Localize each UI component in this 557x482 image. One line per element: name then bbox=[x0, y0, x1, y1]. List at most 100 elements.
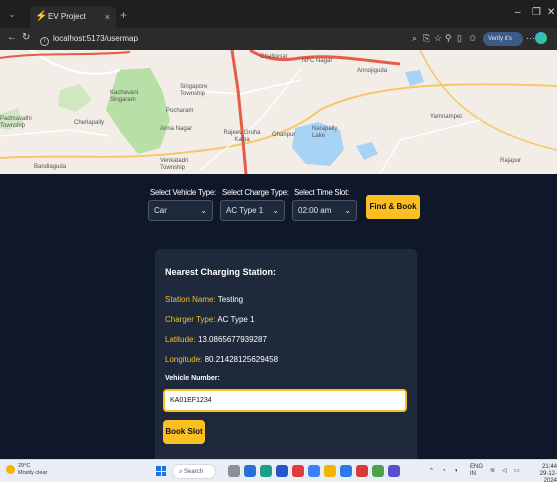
clock-time: 21:44 bbox=[541, 464, 557, 470]
map-label: Pocharam bbox=[166, 108, 194, 114]
close-window-button[interactable]: ✕ bbox=[547, 7, 555, 18]
weather-widget[interactable]: 29°C Mostly clear bbox=[6, 463, 47, 477]
card-title: Nearest Charging Station: bbox=[165, 267, 277, 277]
chevron-down-icon: ⌄ bbox=[272, 206, 279, 215]
map-label: Ghanpur bbox=[272, 132, 296, 138]
charge-type-group: Select Charge Type: bbox=[222, 188, 289, 198]
tab-title: EV Project bbox=[48, 12, 86, 21]
station-name-value: Testing bbox=[217, 295, 244, 304]
weather-sun-icon bbox=[6, 465, 15, 474]
time-slot-label: Select Time Slot: bbox=[294, 188, 349, 197]
os-taskbar: 29°C Mostly clear ⌕ Search ^ ◔ ◑ ENG IN … bbox=[0, 459, 557, 482]
more-menu-icon[interactable]: ⋯ bbox=[526, 33, 535, 44]
taskbar-search[interactable]: ⌕ Search bbox=[172, 464, 216, 479]
map-label: Rajeev Gruha Kalpa bbox=[223, 130, 261, 143]
map-canvas bbox=[0, 50, 557, 174]
map-label: Singapore Township bbox=[180, 84, 208, 97]
charge-type-value: AC Type 1 bbox=[226, 206, 264, 215]
language-indicator[interactable]: ENG IN bbox=[470, 464, 483, 478]
back-icon[interactable]: ← bbox=[7, 32, 17, 44]
browser-tab-bar: ⌄ ⚡ EV Project × + – ❐ ✕ bbox=[0, 0, 557, 28]
vehicle-type-group: Select Vehicle Type: bbox=[150, 188, 216, 198]
windows-start-icon[interactable] bbox=[156, 466, 166, 476]
time-slot-select[interactable]: 02:00 am ⌄ bbox=[292, 200, 357, 221]
longitude-value: 80.21428125629458 bbox=[204, 355, 279, 364]
station-name-key: Station Name: bbox=[165, 295, 216, 304]
nearest-station-card: Nearest Charging Station: Station Name: … bbox=[155, 249, 417, 465]
browser-address-bar: ← ↻ i localhost:5173/usermap ⌕ ⎘ ☆ ⚲ ▯ ✩ … bbox=[0, 28, 557, 56]
volume-icon[interactable]: ◁ bbox=[502, 468, 507, 475]
charger-type-value: AC Type 1 bbox=[217, 315, 255, 324]
tab-favicon-icon: ⚡ bbox=[35, 11, 48, 22]
charge-type-label: Select Charge Type: bbox=[222, 188, 289, 197]
edge-browser-icon[interactable] bbox=[260, 465, 272, 477]
time-slot-group: Select Time Slot: bbox=[294, 188, 349, 198]
minimize-button[interactable]: – bbox=[515, 7, 521, 18]
region-code: IN bbox=[470, 471, 476, 477]
chevron-down-icon: ⌄ bbox=[344, 206, 351, 215]
bookmark-star-icon[interactable]: ☆ bbox=[434, 33, 442, 44]
longitude-key: Longitude: bbox=[165, 355, 203, 364]
copilot-icon[interactable] bbox=[535, 32, 547, 44]
map-label: Annojiguda bbox=[357, 68, 388, 74]
latitude-row: Latitude: 13.0865677939287 bbox=[165, 335, 267, 344]
language-code: ENG bbox=[470, 464, 484, 470]
clock[interactable]: 21:44 29-12-2024 bbox=[528, 464, 557, 482]
tray-app-icon[interactable]: ◑ bbox=[454, 468, 458, 475]
map-label: Narapally Lake bbox=[312, 126, 338, 139]
weather-temp: 29°C bbox=[18, 463, 31, 469]
app-icon[interactable] bbox=[356, 465, 368, 477]
url-field[interactable]: i localhost:5173/usermap bbox=[40, 31, 138, 47]
folder-icon[interactable] bbox=[324, 465, 336, 477]
map-label: Yamnampet bbox=[430, 114, 462, 120]
map-view[interactable]: Ghatkesar NFC Nagar Annojiguda Singapore… bbox=[0, 50, 557, 174]
find-and-book-button[interactable]: Find & Book bbox=[366, 195, 420, 219]
url-text: localhost:5173/usermap bbox=[53, 34, 138, 43]
tray-overflow-icon[interactable]: ^ bbox=[430, 468, 433, 475]
latitude-value: 13.0865677939287 bbox=[197, 335, 267, 344]
map-label: Anna Nagar bbox=[160, 126, 193, 132]
profile-button[interactable]: Verify it's you bbox=[483, 32, 523, 56]
reload-icon[interactable]: ↻ bbox=[22, 32, 30, 44]
visual-studio-icon[interactable] bbox=[388, 465, 400, 477]
favorites-icon[interactable]: ✩ bbox=[469, 33, 477, 44]
charge-type-select[interactable]: AC Type 1 ⌄ bbox=[220, 200, 285, 221]
file-explorer-icon[interactable] bbox=[244, 465, 256, 477]
widgets-icon[interactable] bbox=[228, 465, 240, 477]
map-label: Padmavathi Township bbox=[0, 116, 32, 129]
network-icon[interactable]: ◔ bbox=[442, 468, 446, 475]
app-icon[interactable] bbox=[340, 465, 352, 477]
map-label: Kachavani Singaram bbox=[110, 90, 139, 103]
app-main: Select Vehicle Type: Car ⌄ Select Charge… bbox=[0, 174, 557, 465]
split-screen-icon[interactable]: ▯ bbox=[457, 33, 462, 44]
vscode-icon[interactable] bbox=[276, 465, 288, 477]
book-slot-button[interactable]: Book Slot bbox=[163, 420, 205, 444]
new-tab-button[interactable]: + bbox=[120, 8, 127, 22]
wifi-icon[interactable]: ≋ bbox=[490, 468, 495, 475]
station-name-row: Station Name: Testing bbox=[165, 295, 243, 304]
charger-type-row: Charger Type: AC Type 1 bbox=[165, 315, 255, 324]
site-info-icon[interactable]: i bbox=[40, 37, 49, 46]
chevron-down-icon: ⌄ bbox=[200, 206, 207, 215]
translate-icon[interactable]: ⎘ bbox=[423, 33, 430, 44]
maximize-button[interactable]: ❐ bbox=[532, 7, 541, 18]
vehicle-type-select[interactable]: Car ⌄ bbox=[148, 200, 213, 221]
app-icon[interactable] bbox=[292, 465, 304, 477]
browser-tab[interactable]: ⚡ EV Project × bbox=[30, 6, 116, 28]
weather-desc: Mostly clear bbox=[18, 470, 48, 476]
battery-icon[interactable]: ▭ bbox=[514, 468, 520, 475]
chrome-icon[interactable] bbox=[372, 465, 384, 477]
latitude-key: Latitude: bbox=[165, 335, 196, 344]
tab-list-chevron-icon[interactable]: ⌄ bbox=[8, 9, 16, 20]
map-label: Venkatadri Township bbox=[160, 158, 189, 171]
map-label: NFC Nagar bbox=[302, 58, 333, 64]
charger-type-key: Charger Type: bbox=[165, 315, 216, 324]
tab-close-icon[interactable]: × bbox=[105, 6, 110, 28]
clock-date: 29-12-2024 bbox=[539, 471, 557, 482]
app-icon[interactable] bbox=[308, 465, 320, 477]
vehicle-number-input[interactable] bbox=[163, 389, 407, 412]
taskbar-search-label: Search bbox=[184, 469, 204, 475]
extensions-icon[interactable]: ⚲ bbox=[445, 33, 452, 44]
zoom-icon[interactable]: ⌕ bbox=[412, 33, 417, 44]
vehicle-number-label: Vehicle Number: bbox=[165, 375, 220, 382]
